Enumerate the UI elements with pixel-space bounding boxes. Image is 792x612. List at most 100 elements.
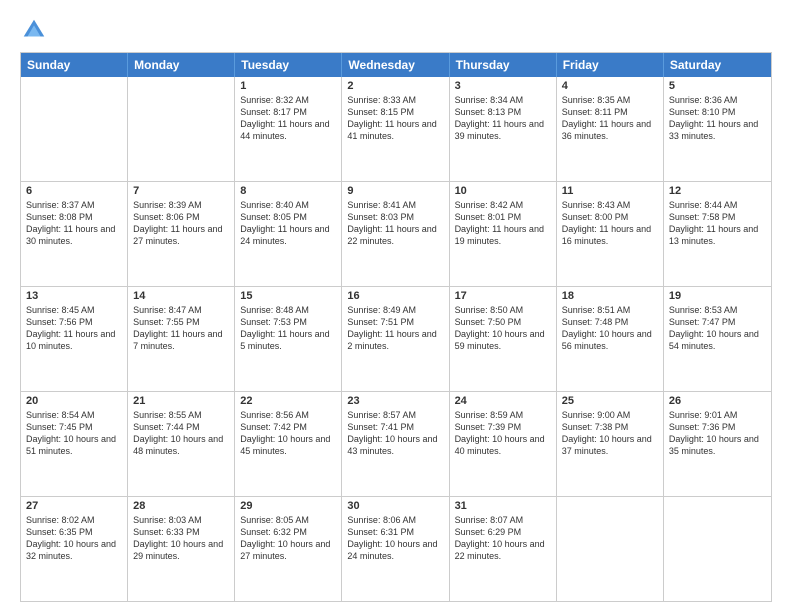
calendar-cell: 21 Sunrise: 8:55 AM Sunset: 7:44 PM Dayli… <box>128 392 235 496</box>
calendar-cell: 1 Sunrise: 8:32 AM Sunset: 8:17 PM Daylig… <box>235 77 342 181</box>
cell-text: Sunrise: 8:34 AM Sunset: 8:13 PM Dayligh… <box>455 94 551 143</box>
day-number: 1 <box>240 80 336 92</box>
day-number: 28 <box>133 500 229 512</box>
header <box>20 16 772 44</box>
cell-text: Sunrise: 8:48 AM Sunset: 7:53 PM Dayligh… <box>240 304 336 353</box>
cell-text: Sunrise: 8:33 AM Sunset: 8:15 PM Dayligh… <box>347 94 443 143</box>
cell-text: Sunrise: 8:07 AM Sunset: 6:29 PM Dayligh… <box>455 514 551 563</box>
calendar-cell: 31 Sunrise: 8:07 AM Sunset: 6:29 PM Dayli… <box>450 497 557 601</box>
day-number: 17 <box>455 290 551 302</box>
calendar-cell: 6Sunrise: 8:37 AM Sunset: 8:08 PM Daylig… <box>21 182 128 286</box>
day-number: 9 <box>347 185 443 197</box>
cell-text: Sunrise: 9:00 AM Sunset: 7:38 PM Dayligh… <box>562 409 658 458</box>
cell-text: Sunrise: 8:53 AM Sunset: 7:47 PM Dayligh… <box>669 304 766 353</box>
calendar-body: 1 Sunrise: 8:32 AM Sunset: 8:17 PM Daylig… <box>21 77 771 601</box>
cell-text: Sunrise: 8:57 AM Sunset: 7:41 PM Dayligh… <box>347 409 443 458</box>
day-number: 5 <box>669 80 766 92</box>
day-number: 3 <box>455 80 551 92</box>
cell-text: Sunrise: 8:45 AM Sunset: 7:56 PM Dayligh… <box>26 304 122 353</box>
calendar-cell: 11 Sunrise: 8:43 AM Sunset: 8:00 PM Dayli… <box>557 182 664 286</box>
calendar-row: 27 Sunrise: 8:02 AM Sunset: 6:35 PM Dayli… <box>21 496 771 601</box>
cell-text: Sunrise: 8:05 AM Sunset: 6:32 PM Dayligh… <box>240 514 336 563</box>
calendar-cell: 9 Sunrise: 8:41 AM Sunset: 8:03 PM Daylig… <box>342 182 449 286</box>
calendar-cell: 25Sunrise: 9:00 AM Sunset: 7:38 PM Dayli… <box>557 392 664 496</box>
cell-text: Sunrise: 8:59 AM Sunset: 7:39 PM Dayligh… <box>455 409 551 458</box>
calendar-cell: 22Sunrise: 8:56 AM Sunset: 7:42 PM Dayli… <box>235 392 342 496</box>
header-cell-saturday: Saturday <box>664 53 771 77</box>
calendar-cell: 10 Sunrise: 8:42 AM Sunset: 8:01 PM Dayli… <box>450 182 557 286</box>
calendar-cell: 19 Sunrise: 8:53 AM Sunset: 7:47 PM Dayli… <box>664 287 771 391</box>
cell-text: Sunrise: 8:02 AM Sunset: 6:35 PM Dayligh… <box>26 514 122 563</box>
cell-text: Sunrise: 8:36 AM Sunset: 8:10 PM Dayligh… <box>669 94 766 143</box>
day-number: 26 <box>669 395 766 407</box>
cell-text: Sunrise: 8:51 AM Sunset: 7:48 PM Dayligh… <box>562 304 658 353</box>
calendar-cell <box>664 497 771 601</box>
day-number: 10 <box>455 185 551 197</box>
header-cell-thursday: Thursday <box>450 53 557 77</box>
cell-text: Sunrise: 9:01 AM Sunset: 7:36 PM Dayligh… <box>669 409 766 458</box>
header-cell-monday: Monday <box>128 53 235 77</box>
day-number: 15 <box>240 290 336 302</box>
day-number: 27 <box>26 500 122 512</box>
header-cell-friday: Friday <box>557 53 664 77</box>
day-number: 24 <box>455 395 551 407</box>
calendar-cell: 12 Sunrise: 8:44 AM Sunset: 7:58 PM Dayli… <box>664 182 771 286</box>
calendar-cell: 7 Sunrise: 8:39 AM Sunset: 8:06 PM Daylig… <box>128 182 235 286</box>
calendar-cell: 18Sunrise: 8:51 AM Sunset: 7:48 PM Dayli… <box>557 287 664 391</box>
calendar-cell: 29Sunrise: 8:05 AM Sunset: 6:32 PM Dayli… <box>235 497 342 601</box>
calendar-cell: 14Sunrise: 8:47 AM Sunset: 7:55 PM Dayli… <box>128 287 235 391</box>
calendar-cell: 30 Sunrise: 8:06 AM Sunset: 6:31 PM Dayli… <box>342 497 449 601</box>
cell-text: Sunrise: 8:55 AM Sunset: 7:44 PM Dayligh… <box>133 409 229 458</box>
cell-text: Sunrise: 8:44 AM Sunset: 7:58 PM Dayligh… <box>669 199 766 248</box>
page: SundayMondayTuesdayWednesdayThursdayFrid… <box>0 0 792 612</box>
cell-text: Sunrise: 8:40 AM Sunset: 8:05 PM Dayligh… <box>240 199 336 248</box>
calendar-cell: 15 Sunrise: 8:48 AM Sunset: 7:53 PM Dayli… <box>235 287 342 391</box>
day-number: 12 <box>669 185 766 197</box>
cell-text: Sunrise: 8:42 AM Sunset: 8:01 PM Dayligh… <box>455 199 551 248</box>
logo <box>20 16 50 44</box>
day-number: 11 <box>562 185 658 197</box>
day-number: 14 <box>133 290 229 302</box>
calendar-cell: 3 Sunrise: 8:34 AM Sunset: 8:13 PM Daylig… <box>450 77 557 181</box>
cell-text: Sunrise: 8:50 AM Sunset: 7:50 PM Dayligh… <box>455 304 551 353</box>
cell-text: Sunrise: 8:32 AM Sunset: 8:17 PM Dayligh… <box>240 94 336 143</box>
day-number: 23 <box>347 395 443 407</box>
calendar-cell: 17 Sunrise: 8:50 AM Sunset: 7:50 PM Dayli… <box>450 287 557 391</box>
calendar-cell: 28 Sunrise: 8:03 AM Sunset: 6:33 PM Dayli… <box>128 497 235 601</box>
calendar-cell: 23 Sunrise: 8:57 AM Sunset: 7:41 PM Dayli… <box>342 392 449 496</box>
cell-text: Sunrise: 8:37 AM Sunset: 8:08 PM Dayligh… <box>26 199 122 248</box>
calendar-cell: 2Sunrise: 8:33 AM Sunset: 8:15 PM Daylig… <box>342 77 449 181</box>
calendar-row: 6Sunrise: 8:37 AM Sunset: 8:08 PM Daylig… <box>21 181 771 286</box>
cell-text: Sunrise: 8:43 AM Sunset: 8:00 PM Dayligh… <box>562 199 658 248</box>
cell-text: Sunrise: 8:03 AM Sunset: 6:33 PM Dayligh… <box>133 514 229 563</box>
calendar-cell <box>557 497 664 601</box>
calendar-cell: 27 Sunrise: 8:02 AM Sunset: 6:35 PM Dayli… <box>21 497 128 601</box>
calendar-cell <box>128 77 235 181</box>
calendar-row: 13 Sunrise: 8:45 AM Sunset: 7:56 PM Dayli… <box>21 286 771 391</box>
day-number: 4 <box>562 80 658 92</box>
calendar-cell: 26 Sunrise: 9:01 AM Sunset: 7:36 PM Dayli… <box>664 392 771 496</box>
day-number: 21 <box>133 395 229 407</box>
day-number: 30 <box>347 500 443 512</box>
calendar-cell: 8Sunrise: 8:40 AM Sunset: 8:05 PM Daylig… <box>235 182 342 286</box>
header-cell-wednesday: Wednesday <box>342 53 449 77</box>
cell-text: Sunrise: 8:49 AM Sunset: 7:51 PM Dayligh… <box>347 304 443 353</box>
day-number: 16 <box>347 290 443 302</box>
calendar-cell: 5 Sunrise: 8:36 AM Sunset: 8:10 PM Daylig… <box>664 77 771 181</box>
cell-text: Sunrise: 8:35 AM Sunset: 8:11 PM Dayligh… <box>562 94 658 143</box>
calendar-cell: 16 Sunrise: 8:49 AM Sunset: 7:51 PM Dayli… <box>342 287 449 391</box>
calendar-cell: 13 Sunrise: 8:45 AM Sunset: 7:56 PM Dayli… <box>21 287 128 391</box>
cell-text: Sunrise: 8:06 AM Sunset: 6:31 PM Dayligh… <box>347 514 443 563</box>
calendar-row: 1 Sunrise: 8:32 AM Sunset: 8:17 PM Daylig… <box>21 77 771 181</box>
logo-icon <box>20 16 48 44</box>
day-number: 31 <box>455 500 551 512</box>
calendar-cell <box>21 77 128 181</box>
calendar-cell: 24 Sunrise: 8:59 AM Sunset: 7:39 PM Dayli… <box>450 392 557 496</box>
header-cell-tuesday: Tuesday <box>235 53 342 77</box>
day-number: 7 <box>133 185 229 197</box>
header-cell-sunday: Sunday <box>21 53 128 77</box>
cell-text: Sunrise: 8:39 AM Sunset: 8:06 PM Dayligh… <box>133 199 229 248</box>
day-number: 19 <box>669 290 766 302</box>
day-number: 13 <box>26 290 122 302</box>
cell-text: Sunrise: 8:41 AM Sunset: 8:03 PM Dayligh… <box>347 199 443 248</box>
